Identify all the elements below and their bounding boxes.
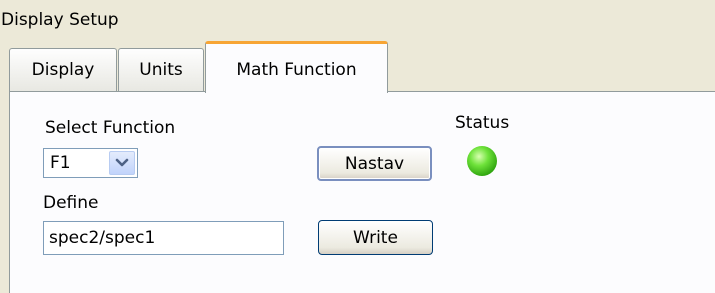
select-function-label: Select Function: [45, 118, 176, 138]
tab-math-function[interactable]: Math Function: [205, 41, 388, 93]
define-label: Define: [43, 193, 99, 213]
tab-units[interactable]: Units: [118, 48, 204, 91]
function-select[interactable]: F1: [43, 148, 138, 178]
nastav-button[interactable]: Nastav: [317, 146, 432, 181]
display-setup-panel: Display Setup Display Units Math Functio…: [0, 0, 715, 293]
status-led-icon: [467, 146, 497, 176]
dropdown-button[interactable]: [109, 151, 135, 175]
function-select-value: F1: [50, 153, 71, 173]
define-input[interactable]: [43, 221, 284, 255]
tab-display-label: Display: [31, 60, 95, 80]
tab-units-label: Units: [139, 60, 183, 80]
status-label: Status: [455, 113, 510, 133]
tab-display[interactable]: Display: [9, 48, 117, 91]
write-button[interactable]: Write: [318, 220, 433, 255]
tab-math-function-label: Math Function: [236, 60, 357, 80]
chevron-down-icon: [115, 158, 129, 167]
group-title: Display Setup: [1, 10, 119, 30]
